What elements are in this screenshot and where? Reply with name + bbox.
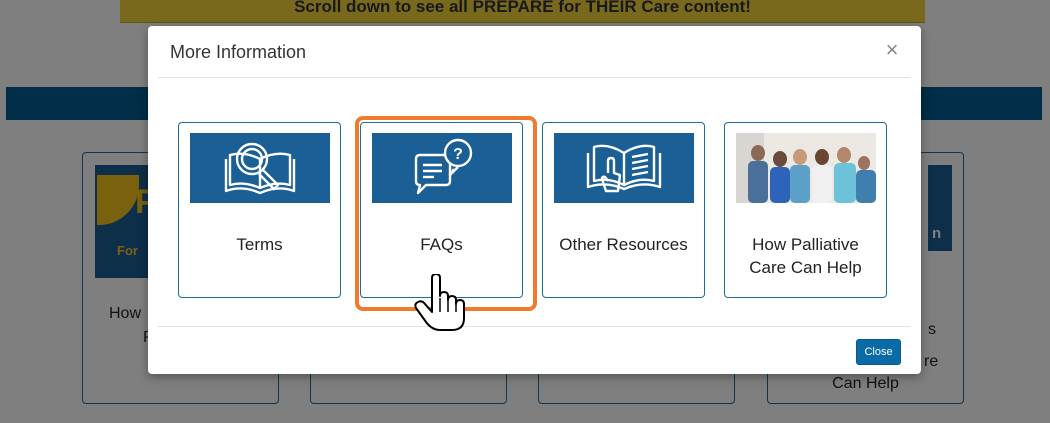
tile-4-label-line-1: How Palliative [752,235,859,254]
open-book-pointer-icon [554,133,694,203]
tile-4-label-line-2: Care Can Help [749,258,862,277]
care-team-photo [736,133,876,203]
footer-divider [158,326,911,327]
hand-pointer-icon [414,274,465,331]
close-icon[interactable]: × [881,38,903,62]
book-magnifier-icon [190,133,330,203]
close-button[interactable]: Close [856,339,901,365]
tile-how-palliative-care-can-help[interactable]: How Palliative Care Can Help [724,122,887,298]
tile-other-resources[interactable]: Other Resources [542,122,705,298]
tile-other-resources-label: Other Resources [559,235,688,254]
header-divider [158,77,911,78]
more-information-modal: More Information × Terms ? FAQs Other Re… [148,26,921,374]
tile-terms[interactable]: Terms [178,122,341,298]
tile-how-palliative-care-can-help-label: How Palliative Care Can Help [729,233,882,279]
tile-terms-label: Terms [236,235,283,254]
modal-title: More Information [170,42,307,62]
modal-header: More Information × [148,26,921,77]
